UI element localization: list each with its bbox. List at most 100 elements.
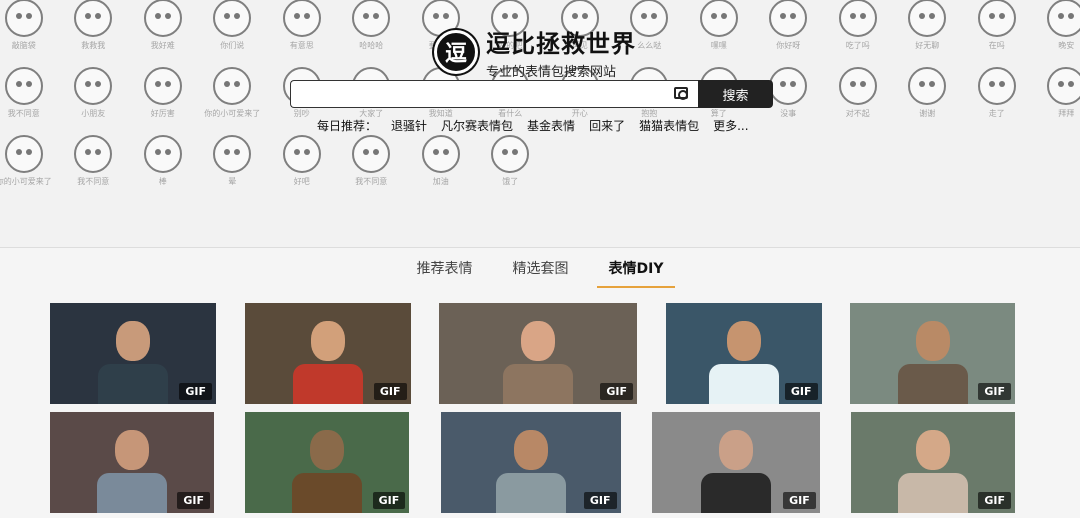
sticker-face-icon — [977, 0, 1016, 37]
recommend-item[interactable]: 回来了 — [589, 117, 625, 134]
gif-thumbnail[interactable]: GIF — [651, 412, 820, 513]
sticker: 你好呀 — [755, 0, 823, 58]
sticker: 你的小可爱来了 — [0, 128, 58, 194]
sticker-face-icon — [769, 67, 808, 105]
recommend-item[interactable]: 凡尔赛表情包 — [441, 117, 513, 134]
figure-body — [292, 473, 363, 513]
sticker-face-icon — [908, 67, 947, 105]
gif-thumbnail[interactable]: GIF — [440, 412, 621, 513]
sticker: 加油 — [407, 128, 475, 194]
gif-badge: GIF — [177, 492, 210, 509]
sticker-caption: 你好呀 — [776, 41, 801, 50]
sticker: 对不起 — [824, 60, 892, 126]
recommend-item[interactable]: 退骚针 — [391, 117, 427, 134]
sticker-caption: 我不同意 — [7, 109, 40, 118]
camera-icon[interactable] — [674, 87, 688, 100]
sticker-caption: 吃了吗 — [845, 41, 870, 50]
gif-row: GIF GIF GIF GIF GIF — [50, 412, 1015, 513]
sticker: 好厉害 — [129, 60, 197, 126]
sticker-face-icon — [4, 67, 43, 105]
sticker-caption: 我不同意 — [355, 177, 388, 186]
tab-diy[interactable]: 表情DIY — [596, 252, 676, 288]
sticker: 晚安 — [1033, 0, 1080, 58]
gif-thumbnail[interactable]: GIF — [244, 303, 411, 404]
gif-thumbnail[interactable]: GIF — [245, 412, 410, 513]
sticker: 救救我 — [60, 0, 128, 58]
search-button[interactable]: 搜索 — [698, 80, 773, 108]
sticker-face-icon — [282, 0, 321, 37]
figure-head — [310, 430, 345, 470]
sticker-caption: 有意思 — [289, 41, 314, 50]
gif-thumbnail[interactable]: GIF — [50, 303, 216, 404]
sticker-caption: 好厉害 — [150, 109, 175, 118]
gif-grid: GIF GIF GIF GIF GIF GIF GIF GIF GIF GIF — [50, 303, 1015, 518]
gif-thumbnail[interactable]: GIF — [665, 303, 822, 404]
brand[interactable]: 逗 逗比拯救世界 专业的表情包搜索网站 — [434, 24, 636, 80]
tab-recommended[interactable]: 推荐表情 — [417, 252, 473, 286]
sticker-caption: 拜拜 — [1058, 109, 1075, 118]
sticker: 晕 — [199, 128, 267, 194]
sticker-face-icon — [1047, 0, 1080, 37]
search-bar: 搜索 — [290, 80, 773, 108]
gif-thumbnail[interactable]: GIF — [50, 412, 214, 513]
gif-thumbnail[interactable]: GIF — [439, 303, 637, 404]
sticker-caption: 好无聊 — [915, 41, 940, 50]
sticker-face-icon — [4, 0, 43, 37]
gif-row: GIF GIF GIF GIF GIF — [50, 303, 1015, 404]
figure-body — [97, 473, 167, 513]
tab-featured-sets[interactable]: 精选套图 — [513, 252, 569, 286]
sticker-face-icon — [838, 0, 877, 37]
sticker-face-icon — [352, 135, 391, 173]
sticker-face-icon — [769, 0, 808, 37]
sticker-face-icon — [74, 0, 113, 37]
sticker: 在吗 — [963, 0, 1031, 58]
figure-body — [897, 364, 968, 404]
sticker-face-icon — [74, 67, 113, 105]
sticker-face-icon — [143, 67, 182, 105]
figure-head — [521, 321, 555, 361]
figure-body — [898, 473, 968, 513]
sticker-face-icon — [421, 135, 460, 173]
sticker-caption: 饿了 — [502, 177, 519, 186]
sticker-caption: 你的小可爱来了 — [0, 177, 52, 186]
sticker-caption: 你们说 — [220, 41, 245, 50]
sticker: 敲脑袋 — [0, 0, 58, 58]
sticker: 我好难 — [129, 0, 197, 58]
gif-thumbnail[interactable]: GIF — [850, 303, 1015, 404]
sticker-caption: 我不同意 — [77, 177, 110, 186]
sticker-face-icon — [282, 135, 321, 173]
sticker-face-icon — [908, 0, 947, 37]
sticker-face-icon — [1047, 67, 1080, 105]
sticker-caption: 晚安 — [1058, 41, 1075, 50]
sticker-face-icon — [352, 0, 391, 37]
site-title: 逗比拯救世界 — [486, 30, 636, 58]
sticker-caption: 你的小可爱来了 — [204, 109, 261, 118]
recommend-item[interactable]: 猫猫表情包 — [639, 117, 699, 134]
figure-body — [708, 364, 779, 404]
gif-badge: GIF — [783, 492, 816, 509]
sticker-face-icon — [977, 67, 1016, 105]
daily-recommend-label: 每日推荐： — [317, 119, 378, 133]
sticker-caption: 在吗 — [988, 41, 1005, 50]
sticker: 拜拜 — [1033, 60, 1080, 126]
sticker: 我不同意 — [60, 128, 128, 194]
sticker-face-icon — [838, 67, 877, 105]
figure-head — [115, 430, 149, 470]
recommend-item[interactable]: 基金表情 — [527, 117, 575, 134]
sticker: 棒 — [129, 128, 197, 194]
sticker-caption: 敲脑袋 — [11, 41, 36, 50]
gif-thumbnail[interactable]: GIF — [851, 412, 1015, 513]
sticker: 好吧 — [268, 128, 336, 194]
sticker-caption: 加油 — [432, 177, 449, 186]
search-input[interactable] — [290, 80, 698, 108]
recommend-more-link[interactable]: 更多... — [713, 117, 748, 134]
gif-badge: GIF — [373, 383, 407, 400]
sticker: 饿了 — [477, 128, 545, 194]
figure-head — [116, 321, 150, 361]
gif-badge: GIF — [978, 492, 1011, 509]
sticker: 我不同意 — [0, 60, 58, 126]
sticker-caption: 谢谢 — [919, 109, 936, 118]
figure-head — [513, 430, 548, 470]
sticker: 小朋友 — [60, 60, 128, 126]
sticker-caption: 我好难 — [150, 41, 175, 50]
